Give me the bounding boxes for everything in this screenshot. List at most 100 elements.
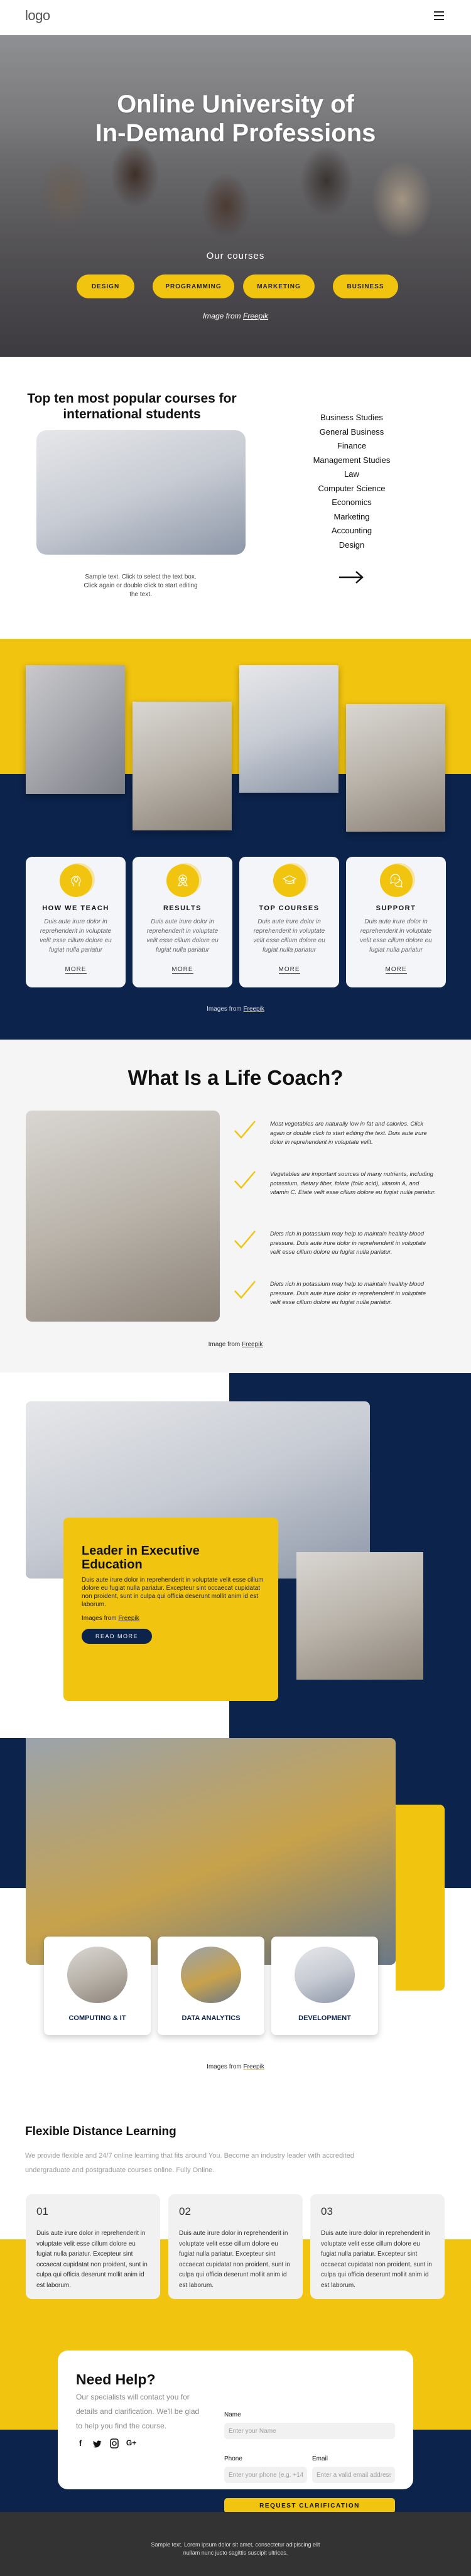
feature-card: HOW WE TEACH Duis aute irure dolor in re… (26, 857, 126, 987)
step-text: Duis aute irure dolor in reprehenderit i… (179, 2230, 290, 2289)
freepik-link[interactable]: Freepik (244, 2063, 264, 2070)
category-title: DEVELOPMENT (298, 2014, 351, 2022)
course-item[interactable]: Business Studies (301, 411, 402, 425)
name-input[interactable] (224, 2423, 395, 2439)
student-backpack-photo (296, 1552, 423, 1680)
feature-title: SUPPORT (376, 905, 416, 912)
course-list: Business Studies General Business Financ… (301, 411, 402, 552)
feature-text: Duis aute irure dolor in reprehenderit i… (253, 918, 325, 954)
category-title: COMPUTING & IT (68, 2014, 126, 2022)
categories-image-credit: Images from Freepik (207, 2063, 264, 2070)
course-button-design[interactable]: DESIGN (77, 274, 134, 298)
email-label: Email (312, 2455, 328, 2462)
feature-card: ? SUPPORT Duis aute irure dolor in repre… (346, 857, 446, 987)
email-input[interactable] (312, 2467, 395, 2483)
checkmark-icon (234, 1171, 256, 1189)
google-plus-icon[interactable]: G+ (126, 2438, 137, 2448)
head-lightbulb-icon (60, 864, 92, 897)
request-clarification-button[interactable]: REQUEST CLARIFICATION (224, 2498, 395, 2513)
read-more-button[interactable]: READ MORE (82, 1629, 152, 1644)
top-ten-caption: Sample text. Click to select the text bo… (84, 573, 198, 598)
step-number: 01 (36, 2205, 48, 2217)
leader-image-credit: Images from Freepik (82, 1615, 139, 1622)
name-label: Name (224, 2411, 241, 2418)
course-item[interactable]: Economics (301, 496, 402, 510)
features-image-credit: Images from Freepik (207, 1006, 264, 1013)
freepik-link[interactable]: Freepik (118, 1615, 139, 1622)
more-link[interactable]: MORE (385, 966, 407, 974)
hero-title: Online University of In-Demand Professio… (95, 90, 376, 147)
course-item[interactable]: Computer Science (301, 482, 402, 496)
feature-title: TOP COURSES (259, 905, 320, 912)
step-number: 03 (321, 2205, 333, 2217)
category-card[interactable]: COMPUTING & IT (44, 1937, 151, 2035)
freepik-link[interactable]: Freepik (242, 1341, 263, 1348)
hero-background-photo (0, 118, 471, 357)
categories-yellow-block (396, 1805, 445, 1991)
category-title: DATA ANALYTICS (181, 2014, 241, 2022)
question-chat-icon: ? (380, 864, 413, 897)
twitter-icon[interactable] (93, 2439, 102, 2449)
checkmark-icon (234, 1281, 256, 1299)
instagram-icon[interactable] (110, 2438, 119, 2448)
more-link[interactable]: MORE (278, 966, 300, 974)
course-item[interactable]: Design (301, 538, 402, 553)
course-item[interactable]: Law (301, 467, 402, 482)
feature-title: HOW WE TEACH (42, 905, 109, 912)
feature-title: RESULTS (163, 905, 202, 912)
phone-input[interactable] (224, 2467, 307, 2483)
course-button-business[interactable]: BUSINESS (333, 274, 398, 298)
flexible-title: Flexible Distance Learning (25, 2125, 176, 2138)
life-coach-image-credit: Image from Freepik (208, 1341, 263, 1348)
flexible-subtitle: We provide flexible and 24/7 online lear… (25, 2152, 354, 2174)
hero-subtitle: Our courses (206, 251, 265, 261)
step-card: 01 Duis aute irure dolor in reprehenderi… (26, 2194, 160, 2299)
facebook-icon[interactable]: f (76, 2438, 85, 2448)
step-card: 03 Duis aute irure dolor in reprehenderi… (310, 2194, 445, 2299)
freepik-link[interactable]: Freepik (243, 312, 268, 320)
step-text: Duis aute irure dolor in reprehenderit i… (321, 2230, 432, 2289)
course-item[interactable]: Accounting (301, 524, 402, 538)
arrow-right-icon[interactable] (339, 570, 364, 584)
category-photo (295, 1947, 355, 2003)
footer-text: Sample text. Lorem ipsum dolor sit amet,… (151, 2541, 320, 2556)
course-item[interactable]: Finance (301, 439, 402, 454)
checkmark-icon (234, 1121, 256, 1139)
course-item[interactable]: General Business (301, 425, 402, 440)
top-ten-title: Top ten most popular courses for interna… (27, 391, 237, 421)
hamburger-icon[interactable] (434, 11, 444, 20)
student-reading-photo (133, 702, 232, 830)
course-button-marketing[interactable]: MARKETING (243, 274, 315, 298)
help-text: Our specialists will contact you for det… (76, 2393, 200, 2430)
student-laptop-photo (26, 665, 125, 794)
step-number: 02 (179, 2205, 191, 2217)
student-portrait-photo (346, 704, 445, 832)
students-group-photo (36, 430, 246, 555)
course-item[interactable]: Marketing (301, 510, 402, 524)
leader-text: Duis aute irure dolor in reprehenderit i… (82, 1577, 264, 1608)
feature-text: Duis aute irure dolor in reprehenderit i… (360, 918, 432, 954)
hero-section (0, 35, 471, 357)
course-button-programming[interactable]: PROGRAMMING (153, 274, 234, 298)
student-group-photo (239, 665, 338, 793)
teacher-video-photo (26, 1738, 396, 1965)
freepik-link[interactable]: Freepik (244, 1006, 264, 1013)
more-link[interactable]: MORE (171, 966, 193, 974)
phone-label: Phone (224, 2455, 242, 2462)
course-item[interactable]: Management Studies (301, 454, 402, 468)
category-card[interactable]: DATA ANALYTICS (158, 1937, 264, 2035)
feature-card: RESULTS Duis aute irure dolor in reprehe… (133, 857, 232, 987)
logo[interactable]: logo (25, 8, 50, 24)
category-card[interactable]: DEVELOPMENT (271, 1937, 378, 2035)
feature-text: Duis aute irure dolor in reprehenderit i… (40, 918, 112, 954)
feature-card: TOP COURSES Duis aute irure dolor in rep… (239, 857, 339, 987)
award-badge-icon (166, 864, 199, 897)
hero-image-credit: Image from Freepik (202, 312, 269, 320)
life-coach-title: What Is a Life Coach? (127, 1066, 344, 1089)
step-card: 02 Duis aute irure dolor in reprehenderi… (168, 2194, 303, 2299)
site-header: logo (0, 0, 471, 35)
svg-text:?: ? (394, 878, 396, 882)
leader-title: Leader in Executive Education (82, 1544, 200, 1572)
life-coach-photo (26, 1111, 220, 1322)
more-link[interactable]: MORE (65, 966, 87, 974)
